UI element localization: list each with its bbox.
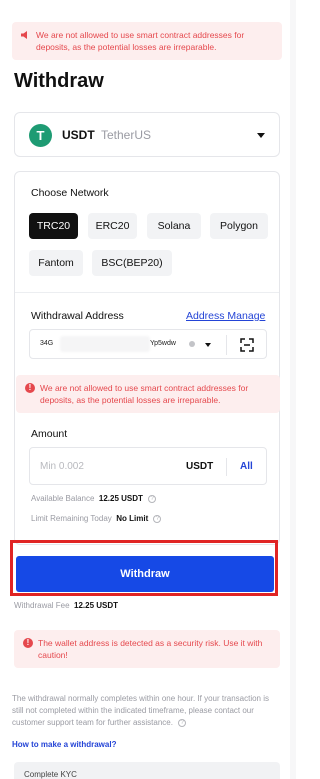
coin-name: TetherUS: [101, 128, 152, 142]
section-divider: [15, 292, 279, 293]
network-option-trc20[interactable]: TRC20: [29, 213, 78, 239]
warning-icon: !: [23, 638, 33, 648]
network-option-bsc[interactable]: BSC(BEP20): [92, 250, 172, 276]
how-to-withdraw-link[interactable]: How to make a withdrawal?: [12, 740, 116, 749]
address-status-dot-icon: [189, 341, 195, 347]
limit-remaining-label: Limit Remaining Today: [31, 514, 112, 523]
amount-placeholder: Min 0.002: [40, 461, 84, 472]
available-balance-label: Available Balance: [31, 494, 95, 503]
amount-all-button[interactable]: All: [240, 461, 253, 472]
limit-remaining-row: Limit Remaining Today No Limit ?: [31, 514, 162, 523]
card-warning-text: We are not allowed to use smart contract…: [40, 383, 249, 405]
withdraw-form-card: Choose Network TRC20 ERC20 Solana Polygo…: [14, 171, 280, 545]
processing-note: The withdrawal normally completes within…: [12, 693, 282, 729]
processing-note-text: The withdrawal normally completes within…: [12, 694, 270, 727]
address-dropdown-chevron-icon[interactable]: [205, 343, 211, 347]
choose-network-label: Choose Network: [31, 187, 109, 199]
coin-symbol: USDT: [62, 128, 95, 142]
page-title: Withdraw: [14, 70, 104, 92]
network-option-solana[interactable]: Solana: [147, 213, 201, 239]
address-value-end: Yp5wdw: [150, 340, 176, 347]
help-icon[interactable]: ?: [153, 514, 162, 523]
card-warning-banner: ! We are not allowed to use smart contra…: [16, 375, 280, 413]
withdrawal-fee-value: 12.25 USDT: [74, 601, 119, 610]
amount-label: Amount: [31, 428, 68, 440]
withdrawal-fee-row: Withdrawal Fee 12.25 USDT: [14, 601, 118, 610]
network-option-fantom[interactable]: Fantom: [29, 250, 83, 276]
risk-warning-banner: ! The wallet address is detected as a se…: [14, 630, 280, 668]
withdrawal-address-input[interactable]: 34G Yp5wdw: [29, 329, 267, 359]
warning-icon: !: [25, 383, 35, 393]
amount-separator: [226, 458, 227, 476]
scan-icon[interactable]: [240, 338, 254, 352]
available-balance-row: Available Balance 12.25 USDT ?: [31, 494, 157, 503]
risk-warning-text: The wallet address is detected as a secu…: [38, 638, 263, 660]
limit-remaining-value: No Limit: [116, 514, 149, 523]
chevron-down-icon[interactable]: [257, 133, 265, 138]
network-option-polygon[interactable]: Polygon: [210, 213, 268, 239]
coin-selector[interactable]: T USDT TetherUS: [14, 112, 280, 157]
address-separator: [226, 335, 227, 355]
network-option-erc20[interactable]: ERC20: [88, 213, 137, 239]
address-manage-link[interactable]: Address Manage: [186, 310, 265, 322]
speaker-icon: [21, 31, 27, 39]
address-redacted: [60, 336, 150, 352]
withdrawal-address-label: Withdrawal Address: [31, 310, 124, 322]
help-icon[interactable]: ?: [148, 494, 157, 503]
withdrawal-fee-label: Withdrawal Fee: [14, 601, 70, 610]
help-icon[interactable]: ?: [178, 718, 187, 727]
available-balance-value: 12.25 USDT: [98, 494, 143, 503]
top-warning-banner: We are not allowed to use smart contract…: [12, 22, 282, 60]
top-warning-text: We are not allowed to use smart contract…: [36, 30, 245, 52]
address-value-start: 34G: [40, 340, 54, 347]
scrollbar[interactable]: [290, 0, 296, 779]
withdraw-button[interactable]: Withdraw: [16, 556, 274, 592]
amount-unit: USDT: [186, 461, 214, 472]
complete-kyc-label: Complete KYC: [24, 770, 77, 779]
complete-kyc-banner[interactable]: Complete KYC: [14, 762, 280, 779]
amount-input[interactable]: Min 0.002 USDT All: [29, 447, 267, 485]
tether-logo-icon: T: [29, 124, 52, 147]
